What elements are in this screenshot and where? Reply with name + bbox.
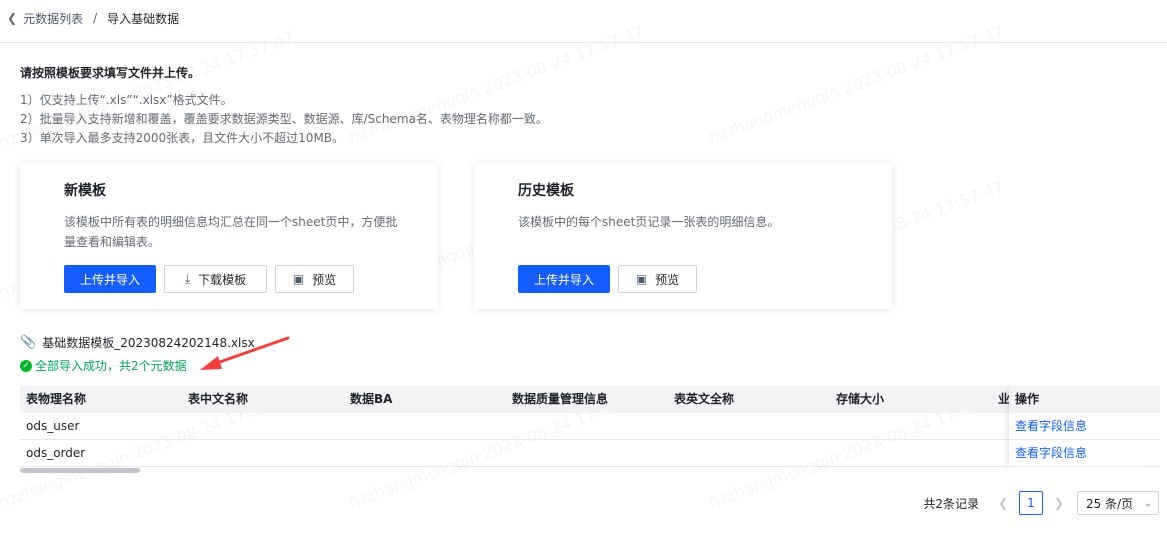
import-result-table: 表物理名称 表中文名称 数据BA 数据质量管理信息 表英文全称 存储大小 业 o… — [20, 386, 1160, 476]
upload-import-button[interactable]: 上传并导入 — [518, 265, 610, 293]
physical-name-cell: ods_order — [26, 446, 86, 460]
table-row: ods_order — [20, 440, 1160, 467]
card-title: 历史模板 — [518, 183, 574, 199]
preview-button[interactable]: ▣ 预览 — [618, 265, 697, 293]
table-row: ods_user — [20, 413, 1160, 440]
view-fields-link[interactable]: 查看字段信息 — [1015, 419, 1087, 433]
preview-icon: ▣ — [635, 272, 648, 286]
instruction-line: 2）批量导入支持新增和覆盖，覆盖要求数据源类型、数据源、库/Schema名、表物… — [20, 112, 548, 126]
check-circle-icon: ✓ — [20, 359, 32, 372]
preview-icon: ▣ — [292, 272, 305, 286]
import-status-text: 全部导入成功，共2个元数据 — [35, 359, 187, 373]
column-header: 表中文名称 — [188, 392, 249, 406]
column-header: 表物理名称 — [26, 392, 87, 406]
card-actions: 上传并导入 ⤓ 下载模板 ▣ 预览 — [64, 265, 354, 293]
card-actions: 上传并导入 ▣ 预览 — [518, 265, 697, 293]
paperclip-icon: 📎 — [20, 335, 37, 350]
card-description: 该模板中所有表的明细信息均汇总在同一个sheet页中，方便批量查看和编辑表。 — [64, 215, 398, 249]
download-template-label: 下载模板 — [198, 272, 247, 287]
breadcrumb-link-metadata-list[interactable]: 元数据列表 — [23, 10, 83, 27]
pagination: 共2条记录 ❮ 1 ❯ 25 条/页 ⌄ — [923, 491, 1159, 515]
actions-column: 操作 查看字段信息 查看字段信息 — [1009, 386, 1160, 468]
physical-name-cell: ods_user — [26, 419, 80, 433]
instruction-line: 3）单次导入最多支持2000张表，且文件大小不超过10MB。 — [20, 131, 345, 145]
action-cell: 查看字段信息 — [1009, 413, 1160, 440]
instruction-line: 1）仅支持上传“.xls”“.xlsx”格式文件。 — [20, 93, 233, 107]
next-page-icon[interactable]: ❯ — [1049, 496, 1069, 510]
column-header: 数据BA — [350, 392, 393, 406]
download-icon: ⤓ — [184, 271, 191, 286]
page-size-value: 25 条/页 — [1086, 496, 1134, 511]
breadcrumb-separator: / — [93, 11, 98, 25]
preview-label: 预览 — [312, 272, 337, 287]
view-fields-link[interactable]: 查看字段信息 — [1015, 446, 1087, 460]
chevron-down-icon: ⌄ — [1143, 497, 1152, 509]
column-header: 存储大小 — [836, 392, 885, 406]
column-header-actions: 操作 — [1009, 386, 1160, 413]
chevron-left-icon[interactable]: ❮ — [7, 11, 17, 25]
column-header: 表英文全称 — [674, 392, 735, 406]
total-records: 共2条记录 — [923, 496, 979, 511]
breadcrumb-current: 导入基础数据 — [107, 11, 180, 26]
upload-import-button[interactable]: 上传并导入 — [64, 265, 156, 293]
import-status: ✓ 全部导入成功，共2个元数据 — [20, 357, 187, 374]
action-cell: 查看字段信息 — [1009, 440, 1160, 467]
breadcrumb: ❮ 元数据列表 / 导入基础数据 — [7, 8, 179, 28]
prev-page-icon[interactable]: ❮ — [993, 496, 1013, 510]
preview-button[interactable]: ▣ 预览 — [275, 265, 354, 293]
table-header: 表物理名称 表中文名称 数据BA 数据质量管理信息 表英文全称 存储大小 业 — [20, 386, 1160, 413]
preview-label: 预览 — [655, 272, 680, 287]
header-divider — [0, 42, 1167, 43]
card-description: 该模板中的每个sheet页记录一张表的明细信息。 — [518, 215, 780, 229]
horizontal-scrollbar[interactable] — [20, 468, 140, 473]
new-template-card: 新模板 该模板中所有表的明细信息均汇总在同一个sheet页中，方便批量查看和编辑… — [20, 163, 438, 309]
column-header: 数据质量管理信息 — [512, 392, 609, 406]
page-size-select[interactable]: 25 条/页 ⌄ — [1077, 491, 1159, 515]
instructions-list: 1）仅支持上传“.xls”“.xlsx”格式文件。 2）批量导入支持新增和覆盖，… — [20, 91, 548, 148]
history-template-card: 历史模板 该模板中的每个sheet页记录一张表的明细信息。 上传并导入 ▣ 预览 — [474, 163, 892, 309]
instructions-title: 请按照模板要求填写文件并上传。 — [20, 66, 201, 80]
card-title: 新模板 — [64, 183, 106, 199]
watermark: hzzhangmengqin 2023-08-24 17:57:47 — [706, 22, 1006, 147]
page-number-current[interactable]: 1 — [1019, 491, 1043, 515]
download-template-button[interactable]: ⤓ 下载模板 — [164, 265, 267, 293]
red-arrow-annotation — [200, 336, 290, 370]
